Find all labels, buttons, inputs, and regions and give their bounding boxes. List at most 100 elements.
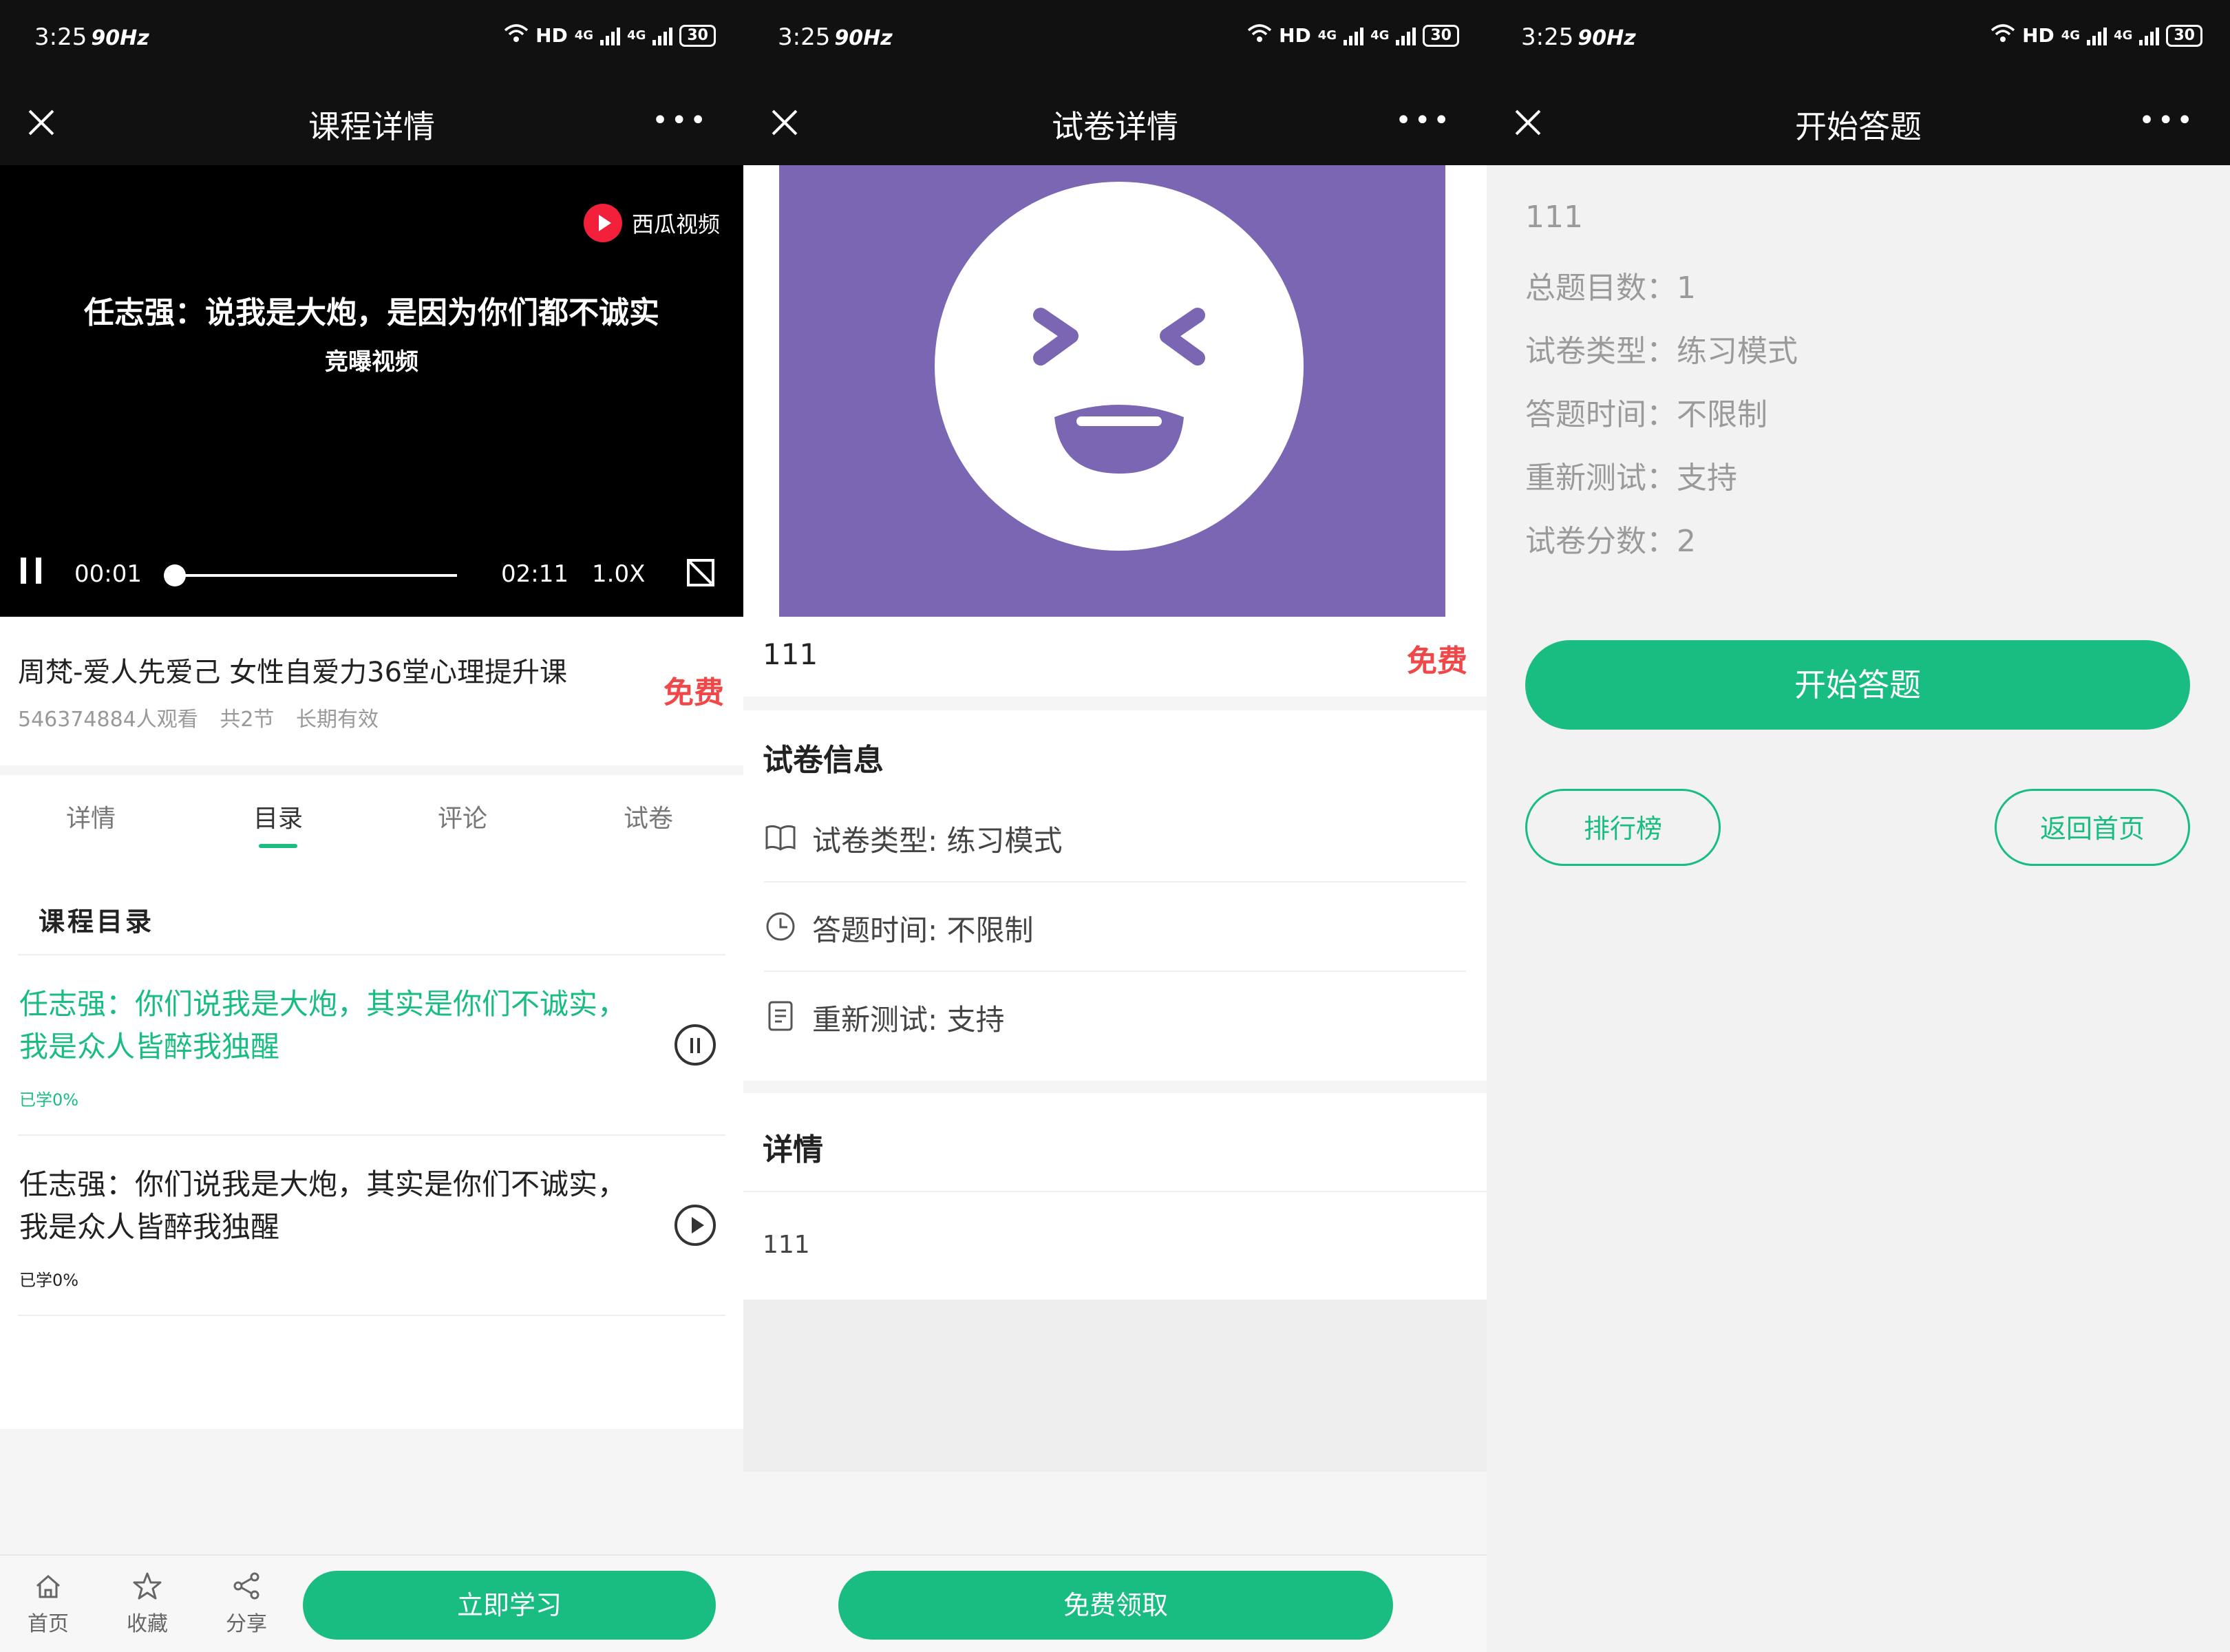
exam-info: 试卷信息 试卷类型: 练习模式 答题时间: 不限制 重新测试: 支持 bbox=[743, 710, 1487, 1081]
video-player[interactable]: 西瓜视频 任志强：说我是大炮，是因为你们都不诚实 竞曝视频 00:01 02:1… bbox=[0, 165, 743, 617]
tab-exam[interactable]: 试卷 bbox=[624, 798, 673, 834]
play-circle-icon[interactable] bbox=[675, 1205, 716, 1246]
course-meta: 546374884人观看 共2节 长期有效 bbox=[18, 702, 394, 732]
answer-time: 答题时间：不限制 bbox=[1525, 397, 1767, 432]
free-claim-button[interactable]: 免费领取 bbox=[838, 1571, 1393, 1640]
lesson-title: 任志强：你们说我是大炮，其实是你们不诚实，我是众人皆醉我独醒 bbox=[19, 1167, 627, 1244]
nav-bar: 试卷详情 ••• bbox=[743, 80, 1487, 165]
detail-heading: 详情 bbox=[763, 1132, 823, 1167]
signal-2-icon bbox=[652, 26, 673, 45]
wifi-icon bbox=[1247, 23, 1272, 47]
info-row-retest: 重新测试: 支持 bbox=[764, 972, 1466, 1060]
current-time: 00:01 bbox=[74, 560, 142, 588]
list-item[interactable]: 任志强：你们说我是大炮，其实是你们不诚实，我是众人皆醉我独醒 已学0% bbox=[0, 955, 743, 1134]
price-badge: 免费 bbox=[1407, 644, 1467, 679]
pause-icon[interactable] bbox=[21, 558, 43, 585]
home-button[interactable]: 首页 bbox=[21, 1571, 76, 1637]
course-catalog: 课程目录 任志强：你们说我是大炮，其实是你们不诚实，我是众人皆醉我独醒 已学0%… bbox=[0, 871, 743, 1429]
total-questions: 总题目数：1 bbox=[1525, 271, 1696, 306]
status-bar: 3:25 90Hz HD 4G 4G 30 bbox=[1487, 0, 2230, 80]
cover-image bbox=[779, 165, 1445, 617]
video-brand-label: 西瓜视频 bbox=[631, 211, 720, 237]
divider bbox=[18, 1315, 725, 1316]
signal-1-label: 4G bbox=[574, 28, 594, 43]
favorite-button[interactable]: 收藏 bbox=[120, 1571, 175, 1637]
video-brand: 西瓜视频 bbox=[583, 204, 720, 242]
list-item[interactable]: 任志强：你们说我是大炮，其实是你们不诚实，我是众人皆醉我独醒 已学0% bbox=[0, 1136, 743, 1315]
catalog-heading: 课程目录 bbox=[39, 907, 155, 937]
video-subcaption: 竞曝视频 bbox=[325, 348, 418, 376]
share-button[interactable]: 分享 bbox=[219, 1571, 274, 1637]
exam-type: 试卷类型：练习模式 bbox=[1525, 334, 1798, 369]
info-row-type: 试卷类型: 练习模式 bbox=[764, 793, 1466, 881]
status-time: 3:25 90Hz bbox=[1521, 23, 1636, 51]
network-hd-label: HD bbox=[1279, 24, 1311, 47]
tab-details[interactable]: 详情 bbox=[66, 798, 116, 834]
xigua-logo-icon bbox=[583, 204, 622, 242]
more-icon[interactable]: ••• bbox=[652, 107, 709, 134]
signal-1-label: 4G bbox=[1317, 28, 1337, 43]
exam-name: 111 bbox=[763, 637, 818, 671]
viewer-count: 546374884人观看 bbox=[18, 708, 198, 732]
lesson-progress: 已学0% bbox=[19, 1090, 79, 1110]
tab-catalog[interactable]: 目录 bbox=[253, 798, 303, 834]
info-row-label: 试卷类型: 练习模式 bbox=[812, 824, 1063, 858]
price-badge: 免费 bbox=[663, 675, 724, 710]
spacer bbox=[743, 1300, 1487, 1472]
more-icon[interactable]: ••• bbox=[1395, 107, 1452, 134]
signal-2-icon bbox=[2139, 26, 2160, 45]
tab-comments[interactable]: 评论 bbox=[438, 798, 487, 834]
laughing-face-icon bbox=[935, 182, 1304, 551]
book-icon bbox=[765, 825, 796, 851]
leaderboard-button[interactable]: 排行榜 bbox=[1525, 789, 1721, 866]
exam-detail: 详情 111 bbox=[743, 1093, 1487, 1300]
info-row-label: 答题时间: 不限制 bbox=[812, 913, 1034, 947]
speed-button[interactable]: 1.0X bbox=[592, 560, 645, 588]
clock-icon bbox=[766, 912, 795, 941]
signal-2-icon bbox=[1396, 26, 1416, 45]
exam-info-heading: 试卷信息 bbox=[763, 743, 884, 778]
signal-1-icon bbox=[2087, 26, 2107, 45]
nav-bar: 课程详情 ••• bbox=[0, 80, 743, 165]
course-tabs: 详情 目录 评论 试卷 bbox=[0, 775, 743, 871]
info-row-time: 答题时间: 不限制 bbox=[764, 882, 1466, 971]
back-home-button[interactable]: 返回首页 bbox=[1995, 789, 2190, 866]
status-icons: HD 4G 4G 30 bbox=[504, 23, 716, 47]
exam-name: 111 bbox=[1525, 200, 1583, 235]
pause-circle-icon[interactable] bbox=[675, 1024, 716, 1066]
signal-1-icon bbox=[1344, 26, 1364, 45]
progress-knob[interactable] bbox=[164, 564, 187, 586]
wifi-icon bbox=[504, 23, 529, 47]
battery-icon: 30 bbox=[2166, 24, 2202, 47]
exam-title-bar: 111 免费 bbox=[743, 617, 1487, 697]
signal-1-label: 4G bbox=[2061, 28, 2081, 43]
validity: 长期有效 bbox=[295, 708, 379, 732]
lesson-title: 任志强：你们说我是大炮，其实是你们不诚实，我是众人皆醉我独醒 bbox=[19, 987, 627, 1063]
bottom-bar: 免费领取 bbox=[743, 1554, 1487, 1652]
video-progress-bar[interactable] bbox=[164, 564, 457, 586]
status-time: 3:25 90Hz bbox=[778, 23, 893, 51]
video-caption: 任志强：说我是大炮，是因为你们都不诚实 bbox=[84, 295, 659, 330]
start-exam-screen: 3:25 90Hz HD 4G 4G 30 开始答题 ••• 111 总题目数：1… bbox=[1487, 0, 2230, 1652]
course-detail-screen: 3:25 90Hz HD 4G 4G 30 课程详情 ••• 西瓜视频 任志强：说… bbox=[0, 0, 743, 1652]
more-icon[interactable]: ••• bbox=[2138, 107, 2196, 134]
exam-score: 试卷分数：2 bbox=[1525, 524, 1696, 559]
fullscreen-icon[interactable] bbox=[687, 559, 714, 586]
signal-2-label: 4G bbox=[2114, 28, 2133, 43]
home-icon bbox=[36, 1575, 60, 1598]
start-exam-button[interactable]: 开始答题 bbox=[1525, 640, 2190, 730]
active-tab-indicator bbox=[259, 844, 297, 848]
info-row-label: 重新测试: 支持 bbox=[812, 1003, 1005, 1037]
nav-bar: 开始答题 ••• bbox=[1487, 80, 2230, 165]
status-time: 3:25 90Hz bbox=[34, 23, 149, 51]
section-count: 共2节 bbox=[220, 708, 275, 732]
signal-2-label: 4G bbox=[627, 28, 646, 43]
battery-icon: 30 bbox=[679, 24, 716, 47]
retest: 重新测试：支持 bbox=[1525, 460, 1737, 496]
network-hd-label: HD bbox=[535, 24, 568, 47]
video-duration: 02:11 bbox=[501, 560, 569, 588]
study-now-button[interactable]: 立即学习 bbox=[303, 1571, 716, 1640]
status-bar: 3:25 90Hz HD 4G 4G 30 bbox=[0, 0, 743, 80]
page-title: 课程详情 bbox=[308, 108, 435, 145]
divider bbox=[743, 1191, 1487, 1192]
